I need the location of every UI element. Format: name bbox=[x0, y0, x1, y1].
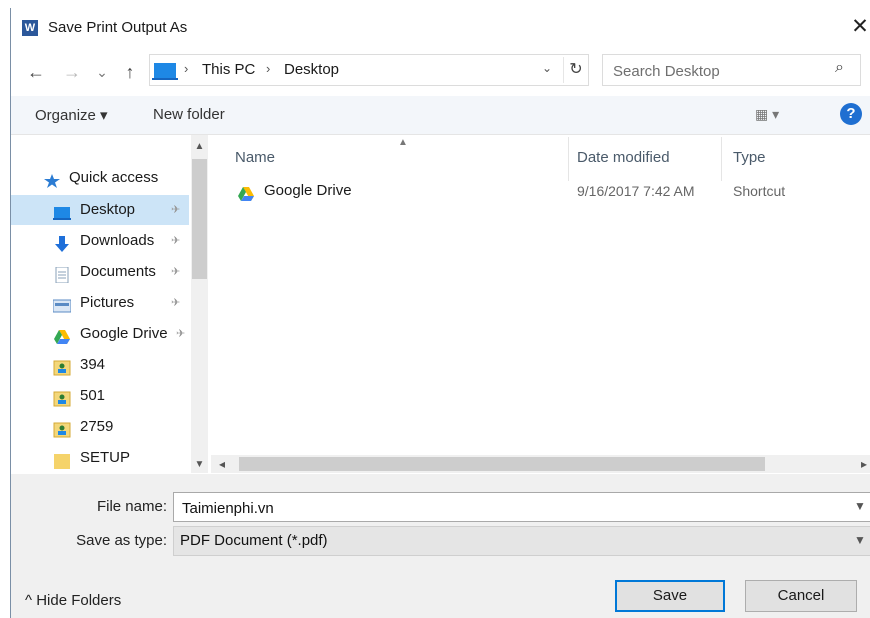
folder-image-icon bbox=[53, 388, 71, 407]
nav-item-downloads[interactable]: Downloads ✈ bbox=[11, 226, 189, 256]
breadcrumb-separator-icon: › bbox=[184, 61, 189, 76]
refresh-icon[interactable]: ↻ bbox=[563, 57, 588, 83]
picture-icon bbox=[52, 295, 72, 313]
forward-arrow-icon[interactable]: → bbox=[61, 57, 83, 87]
help-icon[interactable]: ? bbox=[840, 103, 862, 125]
chevron-down-icon[interactable]: ▼ bbox=[854, 499, 866, 513]
this-pc-icon bbox=[152, 63, 178, 80]
breadcrumb-desktop[interactable]: Desktop bbox=[284, 61, 339, 78]
file-list-scrollbar[interactable]: ◂ ▸ bbox=[211, 455, 870, 473]
folder-image-icon bbox=[53, 419, 71, 438]
breadcrumb-separator-icon: › bbox=[266, 61, 271, 76]
sort-ascending-icon: ▲ bbox=[398, 137, 408, 148]
address-dropdown-chevron-icon[interactable]: ⌄ bbox=[542, 61, 552, 75]
file-date-modified: 9/16/2017 7:42 AM bbox=[577, 183, 695, 199]
scroll-left-icon[interactable]: ◂ bbox=[219, 455, 225, 473]
google-drive-icon bbox=[237, 183, 255, 201]
nav-item-desktop[interactable]: Desktop ✈ bbox=[11, 195, 189, 225]
pin-icon[interactable]: ✈ bbox=[171, 257, 180, 287]
download-arrow-icon bbox=[53, 233, 71, 252]
save-as-type-label: Save as type: bbox=[76, 532, 167, 549]
nav-item-label: Downloads bbox=[80, 232, 155, 249]
file-name-input[interactable] bbox=[180, 497, 844, 519]
organize-button[interactable]: Organize ▾ bbox=[35, 106, 108, 124]
column-header-type[interactable]: Type bbox=[733, 149, 766, 166]
change-view-icon[interactable]: ▦ ▾ bbox=[755, 106, 779, 123]
nav-item-label: Pictures bbox=[80, 294, 135, 311]
navigation-pane: Quick access Desktop ✈ Downloads ✈ Docum… bbox=[11, 135, 211, 473]
save-dialog: W Save Print Output As ✕ ← → ⌄ ↑ › This … bbox=[10, 8, 870, 618]
nav-item-label: Quick access bbox=[69, 169, 159, 186]
nav-item-pictures[interactable]: Pictures ✈ bbox=[11, 288, 189, 318]
recent-locations-chevron-icon[interactable]: ⌄ bbox=[95, 57, 109, 87]
search-input[interactable] bbox=[611, 60, 835, 82]
pin-icon[interactable]: ✈ bbox=[171, 226, 180, 256]
nav-item-folder-394[interactable]: 394 bbox=[11, 350, 189, 380]
close-icon[interactable]: ✕ bbox=[849, 14, 870, 40]
file-type: Shortcut bbox=[733, 183, 786, 199]
address-bar[interactable]: › This PC › Desktop ⌄ ↻ bbox=[149, 54, 589, 86]
word-app-icon: W bbox=[22, 20, 38, 36]
hide-folders-button[interactable]: ^ Hide Folders bbox=[25, 592, 121, 609]
search-box[interactable]: ⌕ bbox=[602, 54, 861, 86]
google-drive-icon bbox=[53, 326, 71, 344]
star-icon bbox=[43, 170, 61, 188]
nav-item-folder-501[interactable]: 501 bbox=[11, 381, 189, 411]
save-button[interactable]: Save bbox=[615, 580, 725, 612]
pin-icon[interactable]: ✈ bbox=[171, 195, 180, 225]
scroll-down-icon[interactable]: ▼ bbox=[191, 459, 208, 470]
column-divider[interactable] bbox=[721, 137, 722, 181]
file-list: ▲ Name Date modified Type Google Drive 9… bbox=[211, 135, 870, 473]
pin-icon[interactable]: ✈ bbox=[176, 319, 185, 349]
scroll-up-icon[interactable]: ▲ bbox=[191, 141, 208, 152]
scroll-right-icon[interactable]: ▸ bbox=[861, 455, 867, 473]
nav-item-label: Documents bbox=[80, 263, 156, 280]
folder-image-icon bbox=[53, 357, 71, 376]
file-name-combobox[interactable]: ▼ bbox=[173, 492, 870, 522]
file-name: Google Drive bbox=[264, 182, 352, 199]
scrollbar-thumb[interactable] bbox=[192, 159, 207, 279]
nav-item-quick-access[interactable]: Quick access bbox=[11, 163, 189, 193]
nav-item-label: 501 bbox=[80, 387, 106, 404]
title-bar: W Save Print Output As ✕ bbox=[11, 8, 870, 48]
back-arrow-icon[interactable]: ← bbox=[25, 57, 47, 87]
nav-pane-scrollbar[interactable]: ▲ ▼ bbox=[191, 135, 208, 473]
command-toolbar: Organize ▾ New folder ▦ ▾ ? bbox=[11, 96, 870, 135]
document-icon bbox=[53, 264, 71, 284]
file-name-label: File name: bbox=[96, 498, 167, 515]
new-folder-button[interactable]: New folder bbox=[153, 106, 225, 123]
file-row[interactable]: Google Drive 9/16/2017 7:42 AM Shortcut bbox=[231, 176, 870, 206]
nav-item-label: 2759 bbox=[80, 418, 114, 435]
desktop-icon bbox=[53, 202, 71, 220]
nav-item-google-drive[interactable]: Google Drive ✈ bbox=[11, 319, 189, 349]
nav-item-label: Desktop bbox=[80, 201, 136, 218]
column-divider[interactable] bbox=[568, 137, 569, 181]
chevron-down-icon[interactable]: ▼ bbox=[854, 533, 866, 547]
nav-item-label: SETUP bbox=[80, 449, 131, 466]
folder-icon bbox=[53, 450, 71, 469]
breadcrumb-this-pc[interactable]: This PC bbox=[202, 61, 255, 78]
scrollbar-thumb[interactable] bbox=[239, 457, 765, 471]
window-title: Save Print Output As bbox=[48, 19, 188, 36]
save-as-type-value: PDF Document (*.pdf) bbox=[180, 532, 328, 549]
column-header-name[interactable]: Name bbox=[235, 149, 275, 166]
column-header-date-modified[interactable]: Date modified bbox=[577, 149, 670, 166]
nav-item-label: Google Drive bbox=[80, 325, 168, 342]
nav-item-folder-setup[interactable]: SETUP bbox=[11, 443, 189, 473]
nav-item-documents[interactable]: Documents ✈ bbox=[11, 257, 189, 287]
pin-icon[interactable]: ✈ bbox=[171, 288, 180, 318]
nav-item-label: 394 bbox=[80, 356, 106, 373]
nav-item-folder-2759[interactable]: 2759 bbox=[11, 412, 189, 442]
cancel-button[interactable]: Cancel bbox=[745, 580, 857, 612]
search-icon[interactable]: ⌕ bbox=[835, 59, 844, 77]
save-as-type-select[interactable]: PDF Document (*.pdf) ▼ bbox=[173, 526, 870, 556]
save-options-panel: File name: ▼ Save as type: PDF Document … bbox=[11, 474, 870, 618]
up-arrow-icon[interactable]: ↑ bbox=[119, 57, 141, 87]
